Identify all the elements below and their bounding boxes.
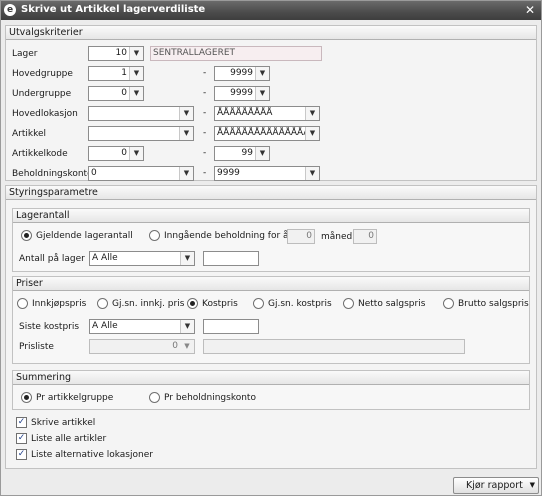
app-logo-icon: e [4,4,16,16]
radio-unselected-icon [17,298,28,309]
priser-header: Priser [13,277,529,291]
undergruppe-label: Undergruppe [12,89,72,99]
range-separator: - [203,128,207,138]
chevron-down-icon[interactable]: ▼ [255,87,269,100]
styringsparametre-header: Styringsparametre [6,186,536,200]
siste-kostpris-select[interactable]: A Alle ▼ [89,319,195,334]
hovedlokasjon-to-input[interactable]: ÅÅÅÅÅÅÅÅÅ ▼ [214,106,320,121]
chevron-down-icon[interactable]: ▼ [305,127,319,140]
siste-kostpris-extra-input[interactable] [203,319,259,334]
artikkelkode-from-input[interactable]: 0 ▼ [88,146,144,161]
radio-innkjopspris[interactable]: Innkjøpspris [17,298,86,309]
artikkel-to-input[interactable]: ÅÅÅÅÅÅÅÅÅÅÅÅÅÅÅÅ ▼ [214,126,320,141]
radio-pr-artikkelgruppe[interactable]: Pr artikkelgruppe [21,392,113,403]
chevron-down-icon: ▼ [184,342,190,350]
range-separator: - [203,148,207,158]
siste-kostpris-label: Siste kostpris [19,322,80,332]
artikkelkode-to-input[interactable]: 99 ▼ [214,146,270,161]
artikkel-from-input[interactable]: ▼ [88,126,194,141]
chevron-down-icon[interactable]: ▼ [179,167,193,180]
hovedlokasjon-from-input[interactable]: ▼ [88,106,194,121]
utvalgskriterier-header: Utvalgskriterier [6,26,536,40]
window-title: Skrive ut Artikkel lagerverdiliste [21,4,206,15]
lager-name-field: SENTRALLAGERET [150,46,322,61]
report-window: e Skrive ut Artikkel lagerverdiliste ✕ U… [0,0,542,496]
beholdningskonto-from-input[interactable]: 0 ▼ [88,166,194,181]
radio-brutto-salgspris[interactable]: Brutto salgspris [443,298,529,309]
radio-unselected-icon [97,298,108,309]
chevron-down-icon[interactable]: ▼ [255,147,269,160]
radio-pr-beholdningskonto[interactable]: Pr beholdningskonto [149,392,256,403]
chevron-down-icon[interactable]: ▼ [180,252,194,265]
checkmark-icon: ✓ [16,449,27,460]
month-label: måned [321,232,353,242]
radio-gjsn-innkj-pris[interactable]: Gj.sn. innkj. pris [97,298,184,309]
antall-select[interactable]: A Alle ▼ [89,251,195,266]
undergruppe-to-input[interactable]: 9999 ▼ [214,86,270,101]
utvalgskriterier-group: Utvalgskriterier Lager 10 ▼ SENTRALLAGERE… [5,25,537,181]
antall-label: Antall på lager [19,254,85,264]
hovedlokasjon-label: Hovedlokasjon [12,109,78,119]
radio-unselected-icon [149,392,160,403]
check-skrive-artikkel[interactable]: ✓ Skrive artikkel [16,417,95,428]
chevron-down-icon[interactable]: ▼ [129,147,143,160]
checkmark-icon: ✓ [16,433,27,444]
lager-label: Lager [12,49,38,59]
priser-section: Priser Innkjøpspris Gj.sn. innkj. pris K… [12,276,530,364]
summering-header: Summering [13,371,529,385]
radio-gjsn-kostpris[interactable]: Gj.sn. kostpris [253,298,332,309]
radio-kostpris[interactable]: Kostpris [187,298,238,309]
radio-inngaende-beholdning[interactable]: Inngående beholdning for år [149,230,292,241]
artikkel-label: Artikkel [12,129,47,139]
year-input: 0 [287,229,315,244]
radio-selected-icon [187,298,198,309]
artikkelkode-label: Artikkelkode [12,149,68,159]
radio-unselected-icon [253,298,264,309]
month-input: 0 [353,229,377,244]
radio-gjeldende-lagerantall[interactable]: Gjeldende lagerantall [21,230,133,241]
prisliste-select: 0 ▼ [89,339,195,354]
range-separator: - [203,68,207,78]
title-bar: e Skrive ut Artikkel lagerverdiliste ✕ [1,1,541,20]
radio-unselected-icon [343,298,354,309]
hovedgruppe-to-input[interactable]: 9999 ▼ [214,66,270,81]
prisliste-label: Prisliste [19,342,54,352]
hovedgruppe-label: Hovedgruppe [12,69,73,79]
radio-selected-icon [21,392,32,403]
radio-unselected-icon [149,230,160,241]
chevron-down-icon[interactable]: ▼ [305,107,319,120]
close-icon[interactable]: ✕ [523,3,537,17]
range-separator: - [203,88,207,98]
radio-netto-salgspris[interactable]: Netto salgspris [343,298,425,309]
prisliste-name-field [203,339,465,354]
chevron-down-icon[interactable]: ▼ [179,127,193,140]
chevron-down-icon[interactable]: ▼ [129,47,143,60]
hovedgruppe-from-input[interactable]: 1 ▼ [88,66,144,81]
antall-extra-input[interactable] [203,251,259,266]
check-liste-alle-artikler[interactable]: ✓ Liste alle artikler [16,433,106,444]
chevron-down-icon[interactable]: ▼ [179,107,193,120]
radio-unselected-icon [443,298,454,309]
lagerantall-header: Lagerantall [13,209,529,223]
beholdningskonto-label: Beholdningskonto [12,169,93,179]
run-report-button[interactable]: Kjør rapport ▼ [453,477,539,494]
beholdningskonto-to-input[interactable]: 9999 ▼ [214,166,320,181]
chevron-down-icon[interactable]: ▼ [129,67,143,80]
summering-section: Summering Pr artikkelgruppe Pr beholdnin… [12,370,530,410]
chevron-down-icon[interactable]: ▼ [305,167,319,180]
chevron-down-icon[interactable]: ▼ [530,478,535,493]
chevron-down-icon[interactable]: ▼ [255,67,269,80]
checkmark-icon: ✓ [16,417,27,428]
chevron-down-icon[interactable]: ▼ [129,87,143,100]
lager-input[interactable]: 10 ▼ [88,46,144,61]
undergruppe-from-input[interactable]: 0 ▼ [88,86,144,101]
range-separator: - [203,168,207,178]
lagerantall-section: Lagerantall Gjeldende lagerantall Inngåe… [12,208,530,272]
range-separator: - [203,108,207,118]
radio-selected-icon [21,230,32,241]
chevron-down-icon[interactable]: ▼ [180,320,194,333]
styringsparametre-group: Styringsparametre Lagerantall Gjeldende … [5,185,537,469]
check-liste-alternative-lokasjoner[interactable]: ✓ Liste alternative lokasjoner [16,449,153,460]
